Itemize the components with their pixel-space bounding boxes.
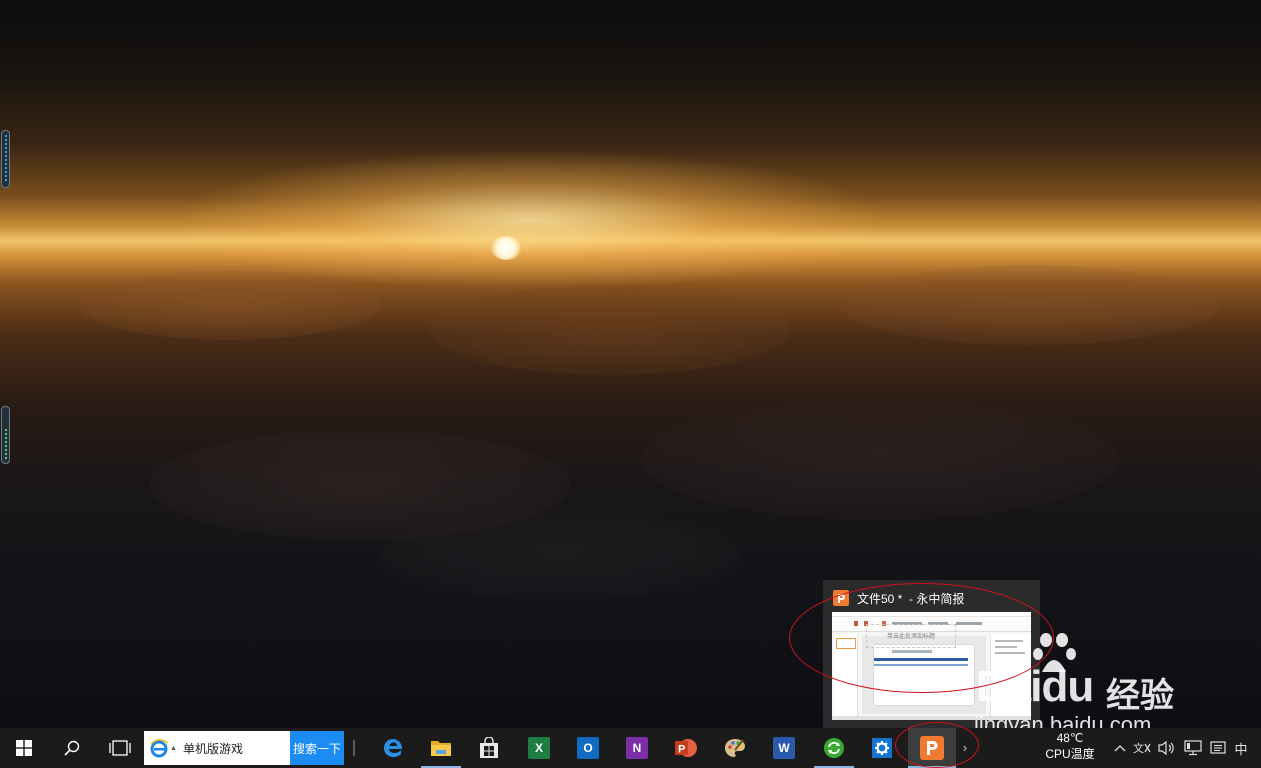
taskbar-separator [353, 740, 355, 756]
powerpoint-icon: P [675, 739, 697, 757]
cpu-temp-label: CPU温度 [1045, 747, 1095, 761]
taskbar-outlook-button[interactable]: O [564, 728, 612, 768]
cloud [840, 265, 1220, 345]
notification-icon [1210, 741, 1226, 754]
sync-icon [824, 738, 844, 758]
action-center-button[interactable] [1206, 728, 1230, 768]
network-button[interactable] [1180, 728, 1206, 768]
cloud [80, 270, 380, 340]
speaker-icon [1158, 740, 1174, 756]
search-button[interactable] [48, 728, 96, 768]
desktop-wallpaper [0, 0, 1261, 728]
network-meter-gadget[interactable] [1, 130, 10, 188]
cpu-meter-gadget[interactable] [1, 406, 10, 464]
store-icon [480, 737, 498, 758]
gear-icon [872, 738, 892, 758]
outlook-icon: O [577, 737, 599, 759]
search-query-text[interactable]: 单机版游戏 [183, 740, 243, 757]
task-view-icon [109, 740, 131, 756]
taskbar-excel-button[interactable]: X [515, 728, 563, 768]
excel-icon: X [528, 737, 550, 759]
taskbar-powerpoint-button[interactable]: P [662, 728, 710, 768]
show-hidden-icons-button[interactable] [1110, 728, 1130, 768]
task-view-button[interactable] [96, 728, 144, 768]
paint-palette-icon [725, 739, 745, 757]
cloud [640, 400, 1120, 520]
onenote-icon: N [626, 737, 648, 759]
edge-icon [384, 739, 402, 757]
volume-button[interactable] [1154, 728, 1180, 768]
input-tool-tray-button[interactable]: 文 [1130, 728, 1154, 768]
taskbar-file-explorer-button[interactable] [417, 728, 465, 768]
chevron-up-icon [1114, 745, 1126, 752]
taskbar-store-button[interactable] [465, 728, 513, 768]
taskbar: ▲ 单机版游戏 搜索一下 X O N P W › 48℃ CPU温度 文 中 [0, 728, 1261, 768]
cpu-temperature-widget[interactable]: 48℃ CPU温度 [1040, 730, 1100, 766]
svg-text:P: P [678, 744, 685, 756]
sun [491, 236, 521, 260]
windows-logo-icon [16, 740, 32, 756]
watermark-brand-cn: 经验 [1106, 676, 1174, 716]
word-icon: W [773, 737, 795, 759]
annotation-circle-taskbar-button [895, 722, 979, 768]
annotation-circle-preview [789, 583, 1054, 693]
taskbar-sync-app-button[interactable] [810, 728, 858, 768]
ie-icon [150, 739, 169, 758]
search-submit-button[interactable]: 搜索一下 [290, 731, 344, 765]
taskbar-paint-button[interactable] [711, 728, 759, 768]
input-method-icon: 文 [1133, 741, 1151, 755]
ime-mode-indicator[interactable]: 中 [1230, 728, 1252, 768]
cloud [380, 510, 740, 600]
search-engine-dropdown-icon[interactable]: ▲ [170, 745, 177, 752]
taskbar-word-button[interactable]: W [760, 728, 808, 768]
network-icon [1184, 740, 1202, 756]
start-button[interactable] [0, 728, 48, 768]
web-search-box[interactable]: ▲ 单机版游戏 [144, 731, 290, 765]
horizon-glow [180, 150, 880, 290]
folder-icon [431, 741, 451, 756]
cloud [430, 285, 790, 375]
cpu-temp-value: 48℃ [1056, 731, 1084, 745]
search-icon [64, 740, 80, 756]
svg-text:文: 文 [1133, 741, 1144, 755]
taskbar-edge-button[interactable] [369, 728, 417, 768]
taskbar-onenote-button[interactable]: N [613, 728, 661, 768]
